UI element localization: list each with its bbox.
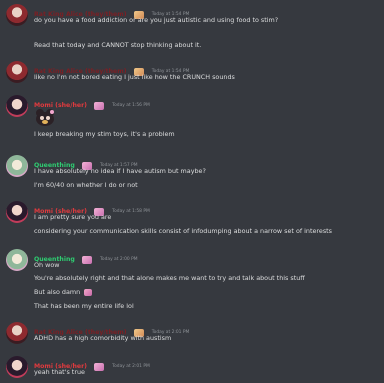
message-header: Momi (she/her) Today at 1:58 PM (34, 201, 150, 216)
message-text: ADHD has a high comorbidity with austism (34, 334, 172, 342)
message-text: But also damn (34, 288, 81, 296)
avatar[interactable] (6, 249, 28, 271)
avatar[interactable] (6, 95, 28, 117)
message-header: Rat King Alice (they/them) Today at 2:01… (34, 322, 189, 337)
avatar[interactable] (6, 4, 28, 26)
emoji-icon[interactable] (84, 288, 93, 296)
message-header: Momi (she/her) Today at 1:56 PM (34, 95, 150, 110)
timestamp: Today at 2:01 PM (112, 364, 150, 369)
message-text: yeah that's true (34, 368, 85, 376)
avatar[interactable] (6, 322, 28, 344)
message-text: I keep breaking my stim toys, it's a pro… (34, 130, 175, 138)
avatar[interactable] (6, 356, 28, 378)
message-text-with-emoji: But also damn (34, 288, 93, 296)
message-text: I'm 60/40 on whether I do or not (34, 181, 138, 189)
message-header: Momi (she/her) Today at 2:01 PM (34, 356, 150, 371)
message-text: You're absolutely right and that alone m… (34, 274, 305, 282)
message-text: Oh wow (34, 261, 60, 269)
timestamp: Today at 1:58 PM (112, 209, 150, 214)
avatar[interactable] (6, 155, 28, 177)
message-header: Queenthing Today at 2:00 PM (34, 249, 138, 264)
message-text: Read that today and CANNOT stop thinking… (34, 41, 202, 49)
message-text: considering your communication skills co… (34, 227, 332, 235)
chat-messages: Rat King Alice (they/them) Today at 1:54… (0, 0, 384, 383)
message-text: I have absolutely no idea if I have auti… (34, 167, 206, 175)
message-header: Rat King Alice (they/them) Today at 1:54… (34, 61, 189, 76)
message-text: like no I'm not bored eating I just like… (34, 73, 235, 81)
role-badge-icon (81, 255, 92, 264)
plush-sticker[interactable] (34, 107, 56, 127)
role-badge-icon (94, 101, 105, 110)
message-text: do you have a food addiction or are you … (34, 16, 279, 24)
role-badge-icon (94, 362, 105, 371)
message-text: That has been my entire life lol (34, 302, 134, 310)
message-text: I am pretty sure you are (34, 213, 112, 221)
message-header: Queenthing Today at 1:57 PM (34, 155, 138, 170)
avatar[interactable] (6, 201, 28, 223)
avatar[interactable] (6, 61, 28, 83)
timestamp: Today at 1:56 PM (112, 103, 150, 108)
message-header: Rat King Alice (they/them) Today at 1:54… (34, 4, 189, 19)
timestamp: Today at 2:00 PM (99, 257, 138, 262)
